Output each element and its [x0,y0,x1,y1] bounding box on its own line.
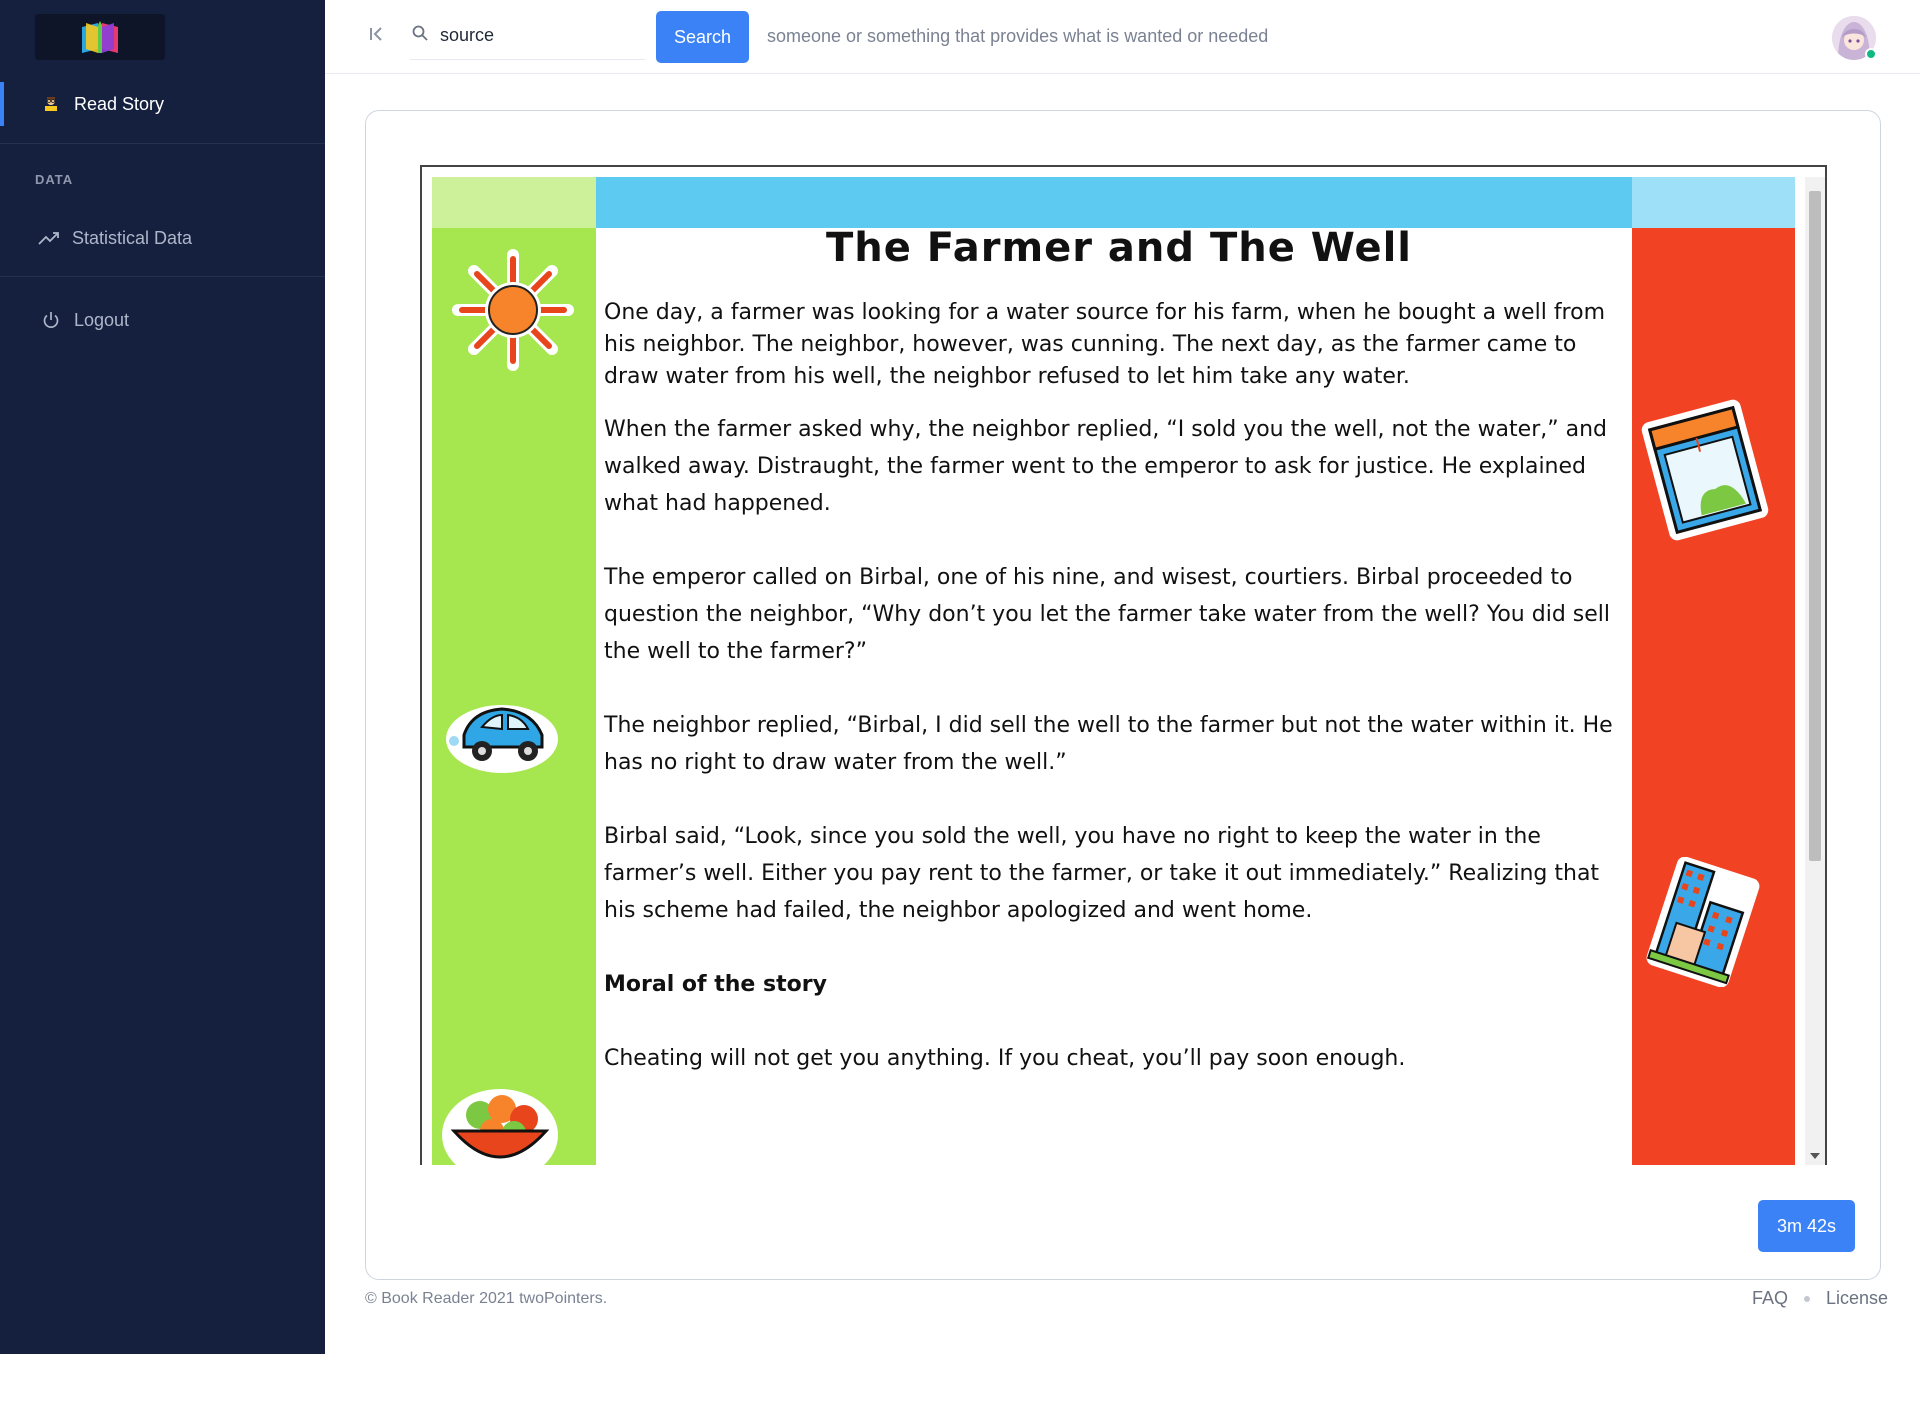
search-button[interactable]: Search [656,11,749,63]
sidebar-item-label: Statistical Data [72,227,193,248]
online-status-dot [1865,48,1877,60]
faq-link[interactable]: FAQ [1752,1288,1788,1309]
section-label-data: DATA [35,172,74,187]
footer-links: FAQ License [1752,1288,1888,1309]
story-content: The Farmer and The Well One day, a farme… [604,225,1634,1077]
sidebar-item-logout[interactable]: Logout [0,300,325,340]
separator-dot [1804,1295,1811,1302]
sidebar-item-read-story[interactable]: Read Story [0,84,325,124]
divider [0,143,325,144]
license-link[interactable]: License [1826,1288,1888,1309]
window-picture-sticker [1641,399,1769,541]
book-logo-icon [82,21,118,53]
search-box [410,10,645,60]
story-paragraph: The emperor called on Birbal, one of his… [604,565,1610,664]
story-paragraph: One day, a farmer was looking for a wate… [604,300,1606,389]
power-icon [40,309,62,331]
right-decor-column [1632,177,1795,1165]
scrollbar-thumb[interactable] [1809,191,1821,861]
building-sticker [1646,857,1760,987]
story-title: The Farmer and The Well [825,225,1413,271]
story-paragraph: Birbal said, “Look, since you sold the w… [604,824,1600,923]
collapse-sidebar-icon[interactable] [369,26,383,47]
app-logo[interactable] [35,14,165,60]
reader-icon [40,93,62,115]
story-paragraph: When the farmer asked why, the neighbor … [604,417,1608,516]
moral-text: Cheating will not get you anything. If y… [604,1046,1406,1071]
reading-timer: 3m 42s [1758,1200,1855,1252]
moral-heading: Moral of the story [604,972,827,997]
car-sticker [446,705,558,773]
scroll-down-arrow-icon[interactable] [1810,1153,1820,1159]
sidebar: Read Story DATA Statistical Data Logout [0,0,325,1354]
story-frame[interactable]: The Farmer and The Well One day, a farme… [420,165,1827,1165]
sun-sticker [452,249,574,371]
search-icon [412,25,428,46]
sidebar-item-label: Logout [74,309,130,330]
divider [0,276,325,277]
fruit-bowl-sticker [442,1089,558,1165]
top-bar: Search someone or something that provide… [325,0,1920,74]
copyright: © Book Reader 2021 twoPointers. [365,1290,608,1307]
search-input[interactable] [440,20,635,50]
story-paragraph: The neighbor replied, “Birbal, I did sel… [604,713,1613,775]
story-card: The Farmer and The Well One day, a farme… [365,110,1881,1280]
sidebar-item-label: Read Story [74,93,165,114]
header-band [596,177,1632,228]
sidebar-item-read-story-wrap: Read Story [0,80,325,128]
story-scrollbar[interactable] [1805,177,1825,1165]
word-definition: someone or something that provides what … [767,26,1269,46]
trending-up-icon [38,227,60,249]
sidebar-item-statistical-data[interactable]: Statistical Data [0,218,325,258]
